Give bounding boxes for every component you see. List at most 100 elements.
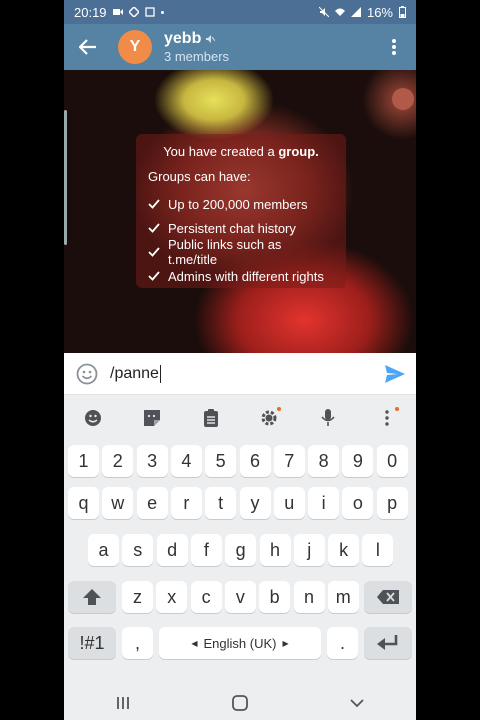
key-y[interactable]: y: [239, 487, 271, 519]
key-c[interactable]: c: [190, 581, 222, 613]
letter-row-3: z x c v b n m: [68, 579, 412, 615]
enter-icon: [377, 635, 398, 650]
key-e[interactable]: e: [136, 487, 168, 519]
language-left-icon: ◀: [191, 638, 198, 648]
signal-icon: [350, 7, 361, 17]
key-9[interactable]: 9: [342, 445, 374, 477]
notification-dot: [394, 407, 399, 411]
key-x[interactable]: x: [156, 581, 188, 613]
shift-key[interactable]: [68, 581, 116, 613]
back-nav-button[interactable]: [337, 688, 377, 718]
smiley-icon: [76, 363, 98, 384]
more-toolbar-button[interactable]: [370, 401, 404, 435]
key-v[interactable]: v: [224, 581, 256, 613]
key-t[interactable]: t: [205, 487, 237, 519]
chevron-down-icon: [350, 698, 364, 707]
chat-area[interactable]: You have created a group. Groups can hav…: [64, 70, 416, 353]
clipboard-button[interactable]: [194, 401, 228, 435]
key-f[interactable]: f: [190, 534, 222, 566]
key-h[interactable]: h: [259, 534, 291, 566]
feature-item: Admins with different rights: [148, 264, 334, 288]
key-3[interactable]: 3: [136, 445, 168, 477]
status-bar: 20:19 16%: [64, 0, 416, 24]
status-time: 20:19: [74, 4, 107, 20]
message-input[interactable]: /panne: [110, 364, 161, 383]
digit-row: 1 2 3 4 5 6 7 8 9 0: [68, 443, 412, 479]
wifi-icon: [334, 8, 345, 16]
back-arrow-icon: [79, 39, 96, 55]
microphone-icon: [321, 409, 335, 426]
period-key[interactable]: .: [327, 627, 358, 659]
more-options-button[interactable]: [380, 24, 408, 70]
service-subtitle: Groups can have:: [148, 169, 251, 184]
gear-icon: [261, 410, 277, 426]
service-title-bold: group.: [278, 144, 319, 159]
space-key[interactable]: ◀ English (UK) ▶: [159, 627, 321, 659]
send-icon: [385, 365, 405, 383]
key-b[interactable]: b: [259, 581, 291, 613]
key-7[interactable]: 7: [273, 445, 305, 477]
letter-row-1: q w e r t y u i o p: [68, 485, 412, 521]
key-a[interactable]: a: [88, 534, 119, 566]
key-z[interactable]: z: [122, 581, 153, 613]
system-nav-bar: [64, 685, 416, 720]
home-button[interactable]: [220, 688, 260, 718]
muted-icon: [206, 35, 216, 43]
scrollbar[interactable]: [64, 110, 67, 245]
key-q[interactable]: q: [68, 487, 99, 519]
more-dots-icon: [384, 410, 389, 426]
service-title: You have created a group.: [148, 144, 334, 159]
key-n[interactable]: n: [293, 581, 325, 613]
emoji-button[interactable]: [64, 353, 110, 395]
battery-percent: 16%: [366, 4, 393, 20]
comma-key[interactable]: ,: [122, 627, 153, 659]
clipboard-icon: [203, 409, 218, 427]
sticker-button[interactable]: [135, 401, 169, 435]
key-s[interactable]: s: [122, 534, 154, 566]
key-2[interactable]: 2: [102, 445, 134, 477]
keyboard-settings-button[interactable]: [252, 401, 286, 435]
key-r[interactable]: r: [170, 487, 202, 519]
key-8[interactable]: 8: [308, 445, 340, 477]
key-p[interactable]: p: [376, 487, 408, 519]
on-screen-keyboard: 1 2 3 4 5 6 7 8 9 0 q w e r t y u i o p …: [64, 395, 416, 685]
check-icon: [148, 271, 160, 281]
key-5[interactable]: 5: [205, 445, 237, 477]
key-0[interactable]: 0: [376, 445, 408, 477]
key-o[interactable]: o: [342, 487, 374, 519]
symbols-key[interactable]: !#1: [68, 627, 116, 659]
feature-text: Persistent chat history: [168, 220, 296, 236]
screenshot-icon: [144, 7, 155, 17]
key-l[interactable]: l: [362, 534, 394, 566]
key-k[interactable]: k: [328, 534, 360, 566]
back-button[interactable]: [64, 24, 112, 70]
key-i[interactable]: i: [308, 487, 340, 519]
key-1[interactable]: 1: [68, 445, 99, 477]
key-4[interactable]: 4: [170, 445, 202, 477]
vertical-dots-icon: [392, 39, 396, 55]
recents-icon: [116, 696, 129, 709]
key-u[interactable]: u: [273, 487, 305, 519]
key-w[interactable]: w: [102, 487, 134, 519]
recents-button[interactable]: [103, 688, 143, 718]
group-avatar[interactable]: Y: [118, 30, 152, 64]
message-composer: /panne: [64, 353, 416, 395]
voice-input-button[interactable]: [311, 401, 345, 435]
feature-item: Up to 200,000 members: [148, 192, 334, 216]
key-j[interactable]: j: [293, 534, 325, 566]
chat-header: Y yebb 3 members: [64, 24, 416, 70]
feature-text: Public links such as t.me/title: [167, 237, 282, 267]
emoji-keyboard-button[interactable]: [76, 401, 110, 435]
backspace-icon: [377, 590, 399, 604]
key-d[interactable]: d: [156, 534, 188, 566]
key-g[interactable]: g: [225, 534, 257, 566]
enter-key[interactable]: [364, 627, 412, 659]
chat-title-block[interactable]: yebb 3 members: [164, 30, 229, 64]
letter-row-2: a s d f g h j k l: [68, 532, 412, 568]
mute-icon: [318, 7, 329, 17]
key-m[interactable]: m: [327, 581, 359, 613]
key-6[interactable]: 6: [239, 445, 271, 477]
send-button[interactable]: [382, 361, 408, 387]
backspace-key[interactable]: [364, 581, 412, 613]
message-input-text: /panne: [110, 364, 159, 382]
